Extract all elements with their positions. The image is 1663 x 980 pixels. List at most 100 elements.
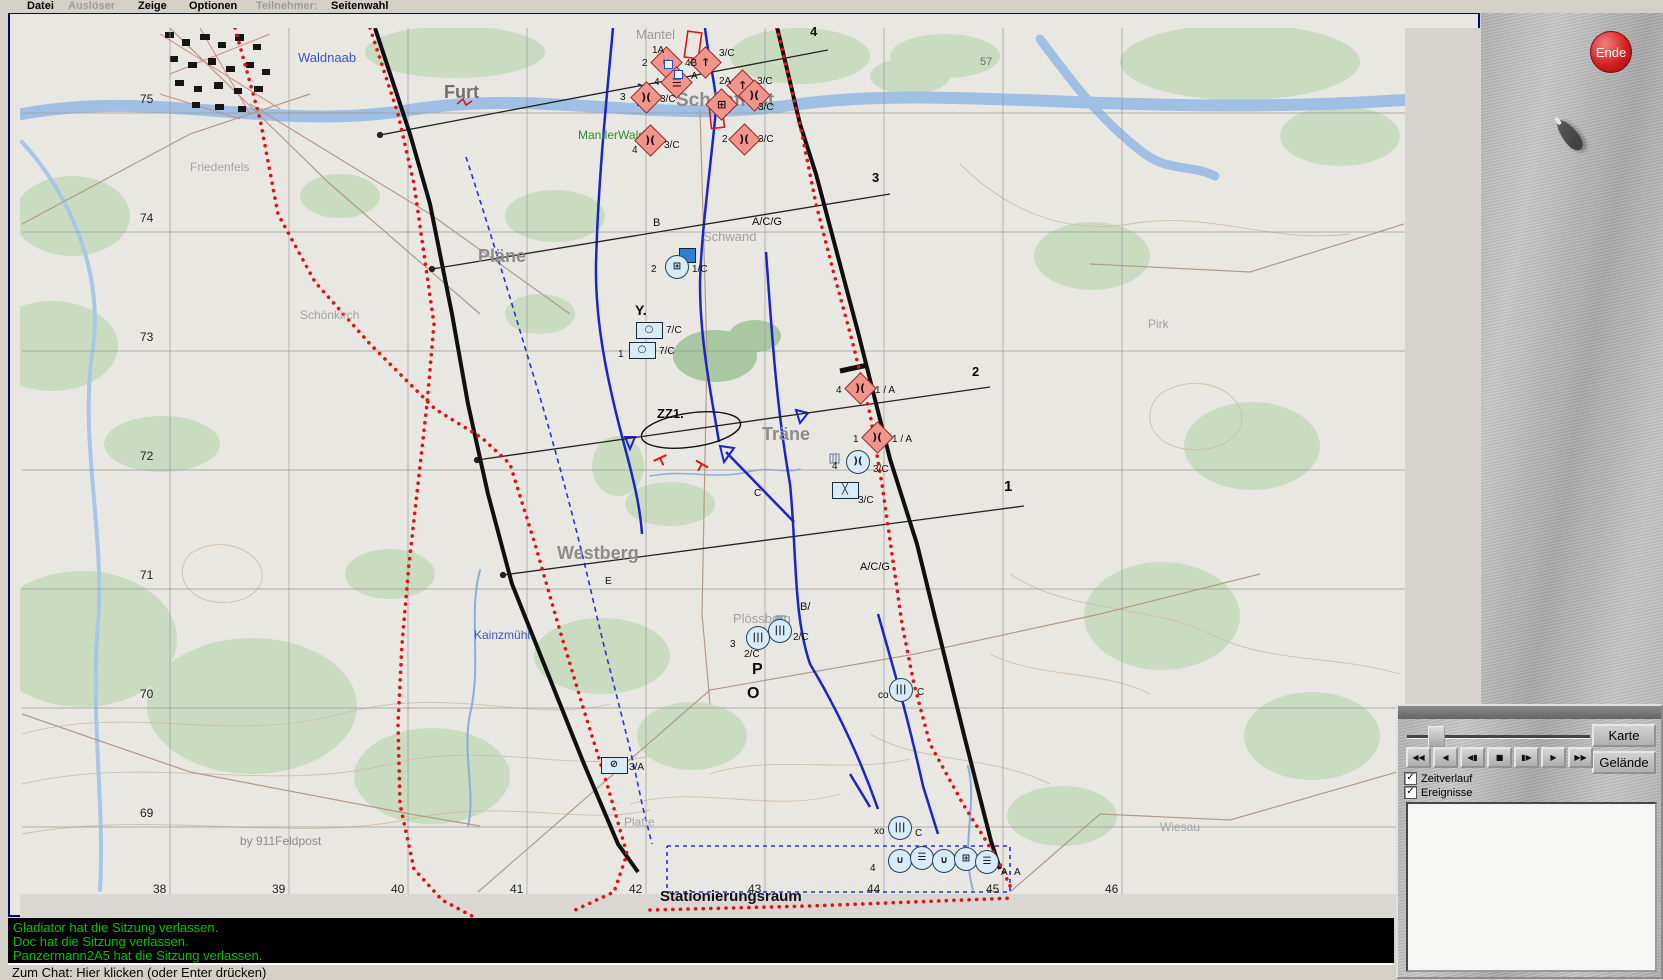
unit-type-glyph: ∪ [940,856,948,866]
unit-frame: ||| [889,678,913,702]
unit-designation-label: 3/C [758,134,774,145]
timeline-slider-handle[interactable] [1428,726,1445,747]
menu-item-zeige[interactable]: Zeige [138,0,167,12]
ende-button[interactable]: Ende [1590,31,1632,73]
chat-message: Panzermann2A5 hat die Sitzung verlassen. [13,948,262,963]
unit-designation-label: 2 [651,264,657,275]
friendly-unit-symbol[interactable]: 4BA [674,70,683,79]
unit-frame: ╳ [832,482,859,499]
unit-frame-diamond: )( [728,123,761,156]
unit-type-glyph: )( [645,135,655,146]
unit-designation-label: 3/C [873,464,889,475]
chat-message: Doc hat die Sitzung verlassen. [13,934,189,949]
status-bar[interactable]: Zum Chat: Hier klicken (oder Enter drück… [8,963,1394,980]
friendly-unit-symbol[interactable]: ∪ [932,849,956,873]
unit-type-glyph: ||| [896,685,907,695]
enemy-unit-symbol[interactable]: )(33/C [635,86,658,109]
unit-designation-label: 7/C [659,346,675,357]
unit-designation-label: 3/C [664,140,680,151]
playback-button-1[interactable]: ◀ [1433,747,1458,768]
checkbox-zeitverlauf[interactable]: ✓ [1404,772,1417,785]
events-list[interactable] [1406,802,1657,972]
playback-button-2[interactable]: ◀▮ [1460,747,1485,768]
unit-designation-label: 1 [853,434,859,445]
friendly-unit-symbol[interactable]: ○7/C [636,322,663,339]
unit-frame: ∪ [932,849,956,873]
unit-frame: ||| [746,626,770,650]
checkbox-label: Zeitverlauf [1421,773,1472,785]
menu-item-datei[interactable]: Datei [27,0,54,12]
unit-designation-label: 1 / A [892,434,912,445]
friendly-unit-symbol[interactable]: )(43/C [846,450,870,474]
friendly-unit-symbol[interactable]: |||32/C [746,626,770,650]
checkbox-label: Ereignisse [1421,787,1472,799]
enemy-unit-symbol[interactable]: )(3/C4 [639,129,662,152]
unit-designation-label: 3 [620,92,626,103]
unit-type-glyph: )( [641,92,651,103]
unit-type-glyph: ||| [753,633,764,643]
playback-button-3[interactable]: ■ [1487,747,1512,768]
menu-bar: DateiAuslöserZeigeOptionenTeilnehmer:Sei… [0,0,1663,13]
enemy-unit-symbol[interactable]: ⊞2A [710,93,733,116]
friendly-unit-symbol[interactable]: 1A [664,60,673,69]
map-symbols [776,454,839,625]
unit-type-glyph: ⊘ [610,760,618,770]
checkbox-ereignisse[interactable]: ✓ [1404,786,1417,799]
unit-designation-label: A [691,71,698,82]
checkbox-row-zeitverlauf: ✓ Zeitverlauf [1404,772,1472,785]
unit-designation-label: 4B [685,58,697,69]
playback-button-5[interactable]: ▶ [1541,747,1566,768]
chat-area: Gladiator hat die Sitzung verlassen.Doc … [8,918,1394,963]
friendly-unit-symbol[interactable]: ⊘3/A [601,757,628,774]
unit-designation-label: 4 [870,863,876,874]
forest-patches [20,28,1400,846]
friendly-unit-symbol[interactable]: ∪4 [888,849,912,873]
chat-prompt[interactable]: Zum Chat: Hier klicken (oder Enter drück… [12,965,266,980]
unit-type-glyph: ⊞ [673,262,681,272]
chat-message: Gladiator hat die Sitzung verlassen. [13,920,218,935]
unit-type-glyph: ╳ [842,485,848,495]
unit-designation-label: 2 [642,58,648,69]
unit-designation-label: 3/A [629,762,644,773]
playback-button-4[interactable]: ▮▶ [1514,747,1539,768]
playback-panel-titlebar[interactable] [1398,706,1661,719]
unit-designation-label: 3 [730,639,736,650]
unit-type-glyph: )( [855,383,865,394]
enemy-unit-symbol[interactable]: )(11 / A [866,426,889,449]
friendly-unit-symbol[interactable]: |||2/C [768,619,792,643]
unit-designation-label: 2/C [744,649,760,660]
friendly-unit-symbol[interactable]: ╳3/C [832,482,859,499]
unit-designation-label: 3/C [858,495,874,506]
menu-item-seitenwahl[interactable]: Seitenwahl [331,0,388,12]
map-canvas[interactable] [20,28,1488,929]
unit-frame: ||| [768,619,792,643]
unit-frame: ☰ [975,850,999,874]
playback-button-0[interactable]: ◀◀ [1406,747,1431,768]
unit-frame: ☰ [910,846,934,870]
friendly-unit-symbol[interactable]: ||| [889,678,913,702]
friendly-unit-symbol[interactable]: ☰AA [975,850,999,874]
unit-frame-diamond: )( [630,81,663,114]
enemy-unit-symbol[interactable]: )(23/C [733,128,756,151]
enemy-unit-symbol[interactable]: )(3/C [743,84,766,107]
unit-frame-diamond: ⊞ [705,88,738,121]
friendly-unit-symbol[interactable]: ||| [888,816,912,840]
unit-designation-label: 3/C [660,94,676,105]
playback-button-6[interactable]: ▶▶ [1568,747,1593,768]
unit-designation-label: 1 [618,349,624,360]
unit-type-glyph: ☰ [983,857,992,867]
enemy-unit-symbol[interactable]: )(41 / A [849,377,872,400]
unit-designation-label: 2A [719,76,731,87]
karte-button[interactable]: Karte [1592,724,1656,747]
unit-type-glyph: ⊞ [716,99,725,110]
gelaende-button[interactable]: Gelände [1592,751,1656,774]
unit-frame-diamond: )( [844,372,877,405]
friendly-unit-symbol[interactable]: ○7/C1 [629,342,656,359]
friendly-unit-symbol[interactable]: ⊞21/C [665,255,689,279]
unit-type-glyph: ∪ [896,856,904,866]
unit-frame: ⊞ [665,255,689,279]
menu-item-optionen[interactable]: Optionen [189,0,237,12]
playback-panel: Karte Gelände ◀◀◀◀▮■▮▶▶▶▶ ✓Zeitverlauf✓E… [1396,704,1663,979]
unit-designation-label: 4 [832,461,838,472]
friendly-unit-symbol[interactable]: ☰ [910,846,934,870]
